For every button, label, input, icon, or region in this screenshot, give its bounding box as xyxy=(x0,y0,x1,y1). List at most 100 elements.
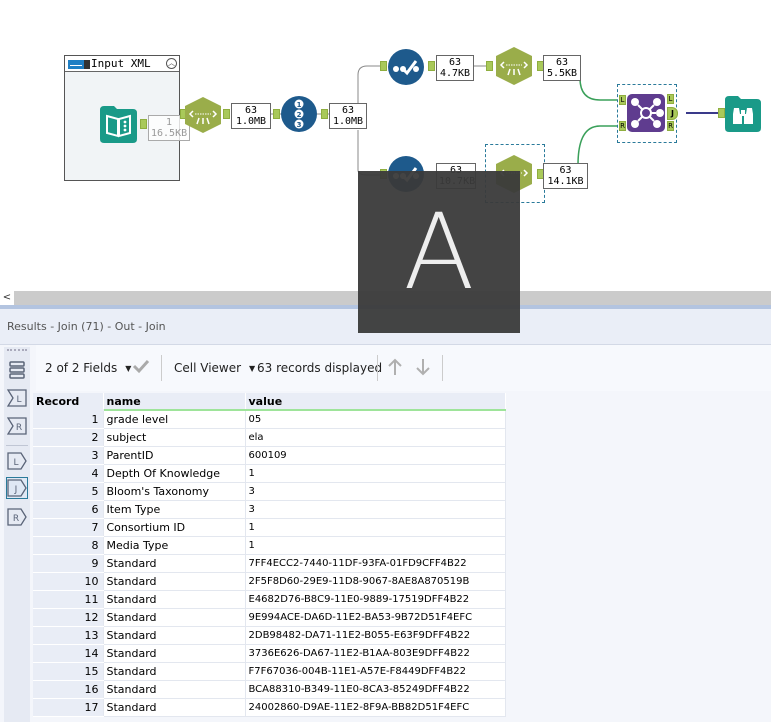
record-cell[interactable]: 7 xyxy=(33,518,104,537)
apply-fields-button[interactable] xyxy=(132,358,150,377)
table-row[interactable]: 4 Depth Of Knowledge 1 xyxy=(33,464,506,483)
column-header-name[interactable]: name xyxy=(103,393,246,411)
table-row[interactable]: 7 Consortium ID 1 xyxy=(33,518,506,537)
record-cell[interactable]: 11 xyxy=(33,590,104,609)
join-left-output-anchor[interactable]: L xyxy=(667,94,674,104)
container-header[interactable]: Input XML ︿ xyxy=(65,56,179,72)
name-cell[interactable]: Standard xyxy=(103,626,246,645)
value-cell[interactable]: 2DB98482-DA71-11E2-B055-E63F9DFF4B22 xyxy=(245,626,506,645)
value-cell[interactable]: 3736E626-DA67-11E2-B1AA-803E9DFF4B22 xyxy=(245,644,506,663)
column-header-value[interactable]: value xyxy=(245,393,506,411)
connection-parse-bottom-join-right[interactable] xyxy=(577,125,617,166)
left-input-button[interactable]: L xyxy=(6,387,28,409)
table-view-button[interactable] xyxy=(6,359,28,381)
table-row[interactable]: 15 Standard F7F67036-004B-11E1-A57E-F8449D… xyxy=(33,662,506,681)
record-cell[interactable]: 16 xyxy=(33,680,104,699)
input-anchor[interactable] xyxy=(273,109,280,119)
output-anchor[interactable] xyxy=(140,119,147,129)
value-cell[interactable]: 3 xyxy=(245,500,506,519)
record-cell[interactable]: 17 xyxy=(33,698,104,717)
table-row[interactable]: 12 Standard 9E994ACE-DA6D-11E2-BA53-9B72D5… xyxy=(33,608,506,627)
connection-to-select-bottom[interactable] xyxy=(357,130,380,176)
input-data-tool[interactable] xyxy=(100,106,137,143)
name-cell[interactable]: Consortium ID xyxy=(103,518,246,537)
name-cell[interactable]: Standard xyxy=(103,698,246,717)
connection-to-select-top[interactable] xyxy=(357,65,380,108)
cell-viewer-dropdown[interactable]: Cell Viewer ▼ xyxy=(174,361,255,375)
connection-parse-top-join-left[interactable] xyxy=(579,77,617,101)
value-cell[interactable]: E4682D76-B8C9-11E0-9889-17519DFF4B22 xyxy=(245,590,506,609)
value-cell[interactable]: 3 xyxy=(245,482,506,501)
name-cell[interactable]: ParentID xyxy=(103,446,246,465)
output-anchor[interactable] xyxy=(428,61,435,71)
name-cell[interactable]: Standard xyxy=(103,608,246,627)
table-row[interactable]: 9 Standard 7FF4ECC2-7440-11DF-93FA-01FD9CF… xyxy=(33,554,506,573)
record-cell[interactable]: 15 xyxy=(33,662,104,681)
table-row[interactable]: 13 Standard 2DB98482-DA71-11E2-B055-E63F9D… xyxy=(33,626,506,645)
value-cell[interactable]: 9E994ACE-DA6D-11E2-BA53-9B72D51F4EFC xyxy=(245,608,506,627)
name-cell[interactable]: Item Type xyxy=(103,500,246,519)
value-cell[interactable]: ela xyxy=(245,428,506,447)
input-anchor[interactable] xyxy=(718,108,725,118)
record-cell[interactable]: 10 xyxy=(33,572,104,591)
name-cell[interactable]: Media Type xyxy=(103,536,246,555)
xml-parse-tool[interactable] xyxy=(184,97,222,133)
column-header-record[interactable]: Record xyxy=(33,393,104,411)
value-cell[interactable]: 600109 xyxy=(245,446,506,465)
name-cell[interactable]: Standard xyxy=(103,680,246,699)
chevron-up-circle-icon[interactable]: ︿ xyxy=(166,58,177,69)
browse-tool[interactable] xyxy=(725,96,761,132)
name-cell[interactable]: grade level xyxy=(103,410,246,429)
table-row[interactable]: 3 ParentID 600109 xyxy=(33,446,506,465)
value-cell[interactable]: 7FF4ECC2-7440-11DF-93FA-01FD9CFF4B22 xyxy=(245,554,506,573)
record-cell[interactable]: 4 xyxy=(33,464,104,483)
table-row[interactable]: 17 Standard 24002860-D9AE-11E2-8F9A-BB82D5… xyxy=(33,698,506,717)
name-cell[interactable]: Standard xyxy=(103,590,246,609)
scroll-left-button[interactable]: < xyxy=(0,291,14,305)
record-cell[interactable]: 9 xyxy=(33,554,104,573)
name-cell[interactable]: Standard xyxy=(103,572,246,591)
join-left-input-anchor[interactable]: L xyxy=(619,95,626,105)
left-output-button[interactable]: L xyxy=(6,450,28,472)
name-cell[interactable]: Standard xyxy=(103,644,246,663)
right-output-button[interactable]: R xyxy=(6,506,28,528)
record-cell[interactable]: 2 xyxy=(33,428,104,447)
join-right-input-anchor[interactable]: R xyxy=(619,121,626,131)
record-id-tool[interactable]: 1 2 3 xyxy=(280,95,318,133)
name-cell[interactable]: subject xyxy=(103,428,246,447)
name-cell[interactable]: Standard xyxy=(103,554,246,573)
name-cell[interactable]: Bloom's Taxonomy xyxy=(103,482,246,501)
scroll-down-button[interactable] xyxy=(414,358,432,379)
value-cell[interactable]: 24002860-D9AE-11E2-8F9A-BB82D51F4EFC xyxy=(245,698,506,717)
scroll-up-button[interactable] xyxy=(386,358,404,379)
value-cell[interactable]: BCA88310-B349-11E0-8CA3-85249DFF4B22 xyxy=(245,680,506,699)
right-input-button[interactable]: R xyxy=(6,415,28,437)
table-row[interactable]: 8 Media Type 1 xyxy=(33,536,506,555)
xml-parse-tool-top[interactable] xyxy=(495,47,533,85)
table-row[interactable]: 14 Standard 3736E626-DA67-11E2-B1AA-803E9D… xyxy=(33,644,506,663)
join-output-anchor[interactable]: J xyxy=(667,107,678,120)
record-cell[interactable]: 3 xyxy=(33,446,104,465)
record-cell[interactable]: 6 xyxy=(33,500,104,519)
output-anchor[interactable] xyxy=(223,109,230,119)
value-cell[interactable]: 2F5F8D60-29E9-11D8-9067-8AE8A870519B xyxy=(245,572,506,591)
join-tool[interactable] xyxy=(627,94,665,132)
table-row[interactable]: 1 grade level 05 xyxy=(33,410,506,429)
record-cell[interactable]: 13 xyxy=(33,626,104,645)
input-anchor[interactable] xyxy=(486,61,493,71)
table-row[interactable]: 10 Standard 2F5F8D60-29E9-11D8-9067-8AE8A8… xyxy=(33,572,506,591)
drag-grip-icon[interactable] xyxy=(7,349,27,355)
value-cell[interactable]: 1 xyxy=(245,518,506,537)
select-tool-top[interactable] xyxy=(387,48,425,86)
name-cell[interactable]: Depth Of Knowledge xyxy=(103,464,246,483)
table-row[interactable]: 6 Item Type 3 xyxy=(33,500,506,519)
record-cell[interactable]: 8 xyxy=(33,536,104,555)
record-cell[interactable]: 1 xyxy=(33,410,104,429)
table-row[interactable]: 16 Standard BCA88310-B349-11E0-8CA3-85249D… xyxy=(33,680,506,699)
value-cell[interactable]: 1 xyxy=(245,536,506,555)
name-cell[interactable]: Standard xyxy=(103,662,246,681)
record-cell[interactable]: 5 xyxy=(33,482,104,501)
table-row[interactable]: 11 Standard E4682D76-B8C9-11E0-9889-17519D… xyxy=(33,590,506,609)
join-output-button[interactable]: J xyxy=(6,477,28,499)
table-row[interactable]: 5 Bloom's Taxonomy 3 xyxy=(33,482,506,501)
